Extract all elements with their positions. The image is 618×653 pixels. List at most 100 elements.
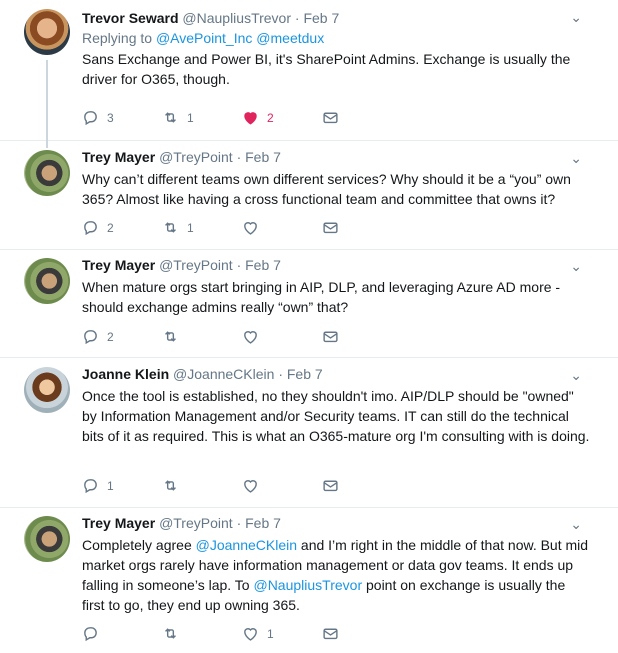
heart-icon bbox=[244, 628, 257, 641]
tweet-text: Completely agree @JoanneCKlein and I’m r… bbox=[82, 535, 590, 615]
timestamp[interactable]: Feb 7 bbox=[245, 515, 281, 531]
avatar[interactable] bbox=[24, 516, 70, 562]
tweet-actions: 2 bbox=[82, 328, 402, 345]
reply-button[interactable]: 3 bbox=[82, 109, 162, 126]
like-button[interactable] bbox=[242, 328, 322, 345]
heart-icon bbox=[244, 222, 257, 235]
reply-button[interactable] bbox=[82, 625, 162, 642]
reply-icon bbox=[84, 111, 97, 126]
retweet-button[interactable] bbox=[162, 625, 242, 642]
author-handle[interactable]: @JoanneCKlein bbox=[173, 366, 274, 382]
timestamp[interactable]: Feb 7 bbox=[303, 10, 339, 26]
retweet-icon bbox=[165, 112, 176, 123]
author-name[interactable]: Trey Mayer bbox=[82, 515, 155, 531]
tweet-text: Sans Exchange and Power BI, it's SharePo… bbox=[82, 51, 571, 87]
envelope-icon bbox=[323, 628, 338, 640]
heart-icon bbox=[244, 112, 257, 125]
timestamp[interactable]: Feb 7 bbox=[245, 149, 281, 165]
author-name[interactable]: Trey Mayer bbox=[82, 149, 155, 165]
tweet-text: Once the tool is established, no they sh… bbox=[82, 388, 590, 444]
reply-button[interactable]: 2 bbox=[82, 219, 162, 236]
separator-dot: · bbox=[236, 515, 242, 531]
tweet-actions: 2 1 bbox=[82, 219, 402, 236]
tweet-header: Trevor Seward @NaupliusTrevor · Feb 7 bbox=[82, 9, 590, 27]
tweet-joanne-klein[interactable]: ⌄ Joanne Klein @JoanneCKlein · Feb 7 Onc… bbox=[0, 358, 618, 508]
direct-message-button[interactable] bbox=[322, 477, 402, 494]
heart-icon bbox=[244, 480, 257, 493]
retweet-button[interactable]: 1 bbox=[162, 109, 242, 126]
retweet-count: 1 bbox=[187, 110, 194, 125]
author-name[interactable]: Trevor Seward bbox=[82, 10, 179, 26]
like-count: 2 bbox=[267, 110, 274, 125]
tweet-text: Why can’t different teams own different … bbox=[82, 171, 571, 207]
retweet-icon bbox=[165, 628, 176, 639]
direct-message-button[interactable] bbox=[322, 219, 402, 236]
retweet-button[interactable]: 1 bbox=[162, 219, 242, 236]
tweet-actions: 1 bbox=[82, 477, 402, 494]
replying-label: Replying to bbox=[82, 30, 153, 46]
retweet-button[interactable] bbox=[162, 328, 242, 345]
retweet-button[interactable] bbox=[162, 477, 242, 494]
author-handle[interactable]: @TreyPoint bbox=[159, 515, 233, 531]
tweet-actions: 3 1 2 bbox=[82, 109, 402, 126]
avatar[interactable] bbox=[24, 9, 70, 55]
avatar[interactable] bbox=[24, 150, 70, 196]
envelope-icon bbox=[323, 112, 338, 124]
author-name[interactable]: Joanne Klein bbox=[82, 366, 169, 382]
mention-link[interactable]: @meetdux bbox=[256, 30, 324, 46]
like-button[interactable]: 1 bbox=[242, 625, 322, 642]
reply-button[interactable]: 1 bbox=[82, 477, 162, 494]
avatar[interactable] bbox=[24, 258, 70, 304]
tweet-header: Trey Mayer @TreyPoint · Feb 7 bbox=[82, 256, 590, 274]
reply-icon bbox=[84, 627, 97, 642]
mention-link[interactable]: @AvePoint_Inc bbox=[156, 30, 252, 46]
timestamp[interactable]: Feb 7 bbox=[245, 257, 281, 273]
mention-link[interactable]: @JoanneCKlein bbox=[196, 537, 297, 553]
separator-dot: · bbox=[294, 10, 300, 26]
thread-connector bbox=[46, 60, 48, 148]
separator-dot: · bbox=[236, 257, 242, 273]
retweet-icon bbox=[165, 222, 176, 233]
tweet-trey-mayer-1[interactable]: ⌄ Trey Mayer @TreyPoint · Feb 7 Why can’… bbox=[0, 141, 618, 250]
replying-to-line: Replying to @AvePoint_Inc @meetdux bbox=[82, 30, 590, 46]
tweet-header: Trey Mayer @TreyPoint · Feb 7 bbox=[82, 148, 590, 166]
timestamp[interactable]: Feb 7 bbox=[287, 366, 323, 382]
like-button[interactable] bbox=[242, 477, 322, 494]
retweet-icon bbox=[165, 480, 176, 491]
envelope-icon bbox=[323, 222, 338, 234]
retweet-count: 1 bbox=[187, 220, 194, 235]
tweet-header: Trey Mayer @TreyPoint · Feb 7 bbox=[82, 514, 590, 532]
like-button[interactable] bbox=[242, 219, 322, 236]
direct-message-button[interactable] bbox=[322, 625, 402, 642]
author-name[interactable]: Trey Mayer bbox=[82, 257, 155, 273]
text-segment: Completely agree bbox=[82, 537, 196, 553]
tweet-thread: ⌄ Trevor Seward @NaupliusTrevor · Feb 7 … bbox=[0, 0, 618, 653]
tweet-text: When mature orgs start bringing in AIP, … bbox=[82, 279, 561, 315]
author-handle[interactable]: @NaupliusTrevor bbox=[182, 10, 291, 26]
retweet-icon bbox=[165, 331, 176, 342]
reply-count: 2 bbox=[107, 329, 114, 344]
reply-icon bbox=[84, 330, 97, 345]
tweet-trevor-seward[interactable]: ⌄ Trevor Seward @NaupliusTrevor · Feb 7 … bbox=[0, 0, 618, 148]
envelope-icon bbox=[323, 480, 338, 492]
reply-button[interactable]: 2 bbox=[82, 328, 162, 345]
like-button[interactable]: 2 bbox=[242, 109, 322, 126]
mention-link[interactable]: @NaupliusTrevor bbox=[253, 577, 362, 593]
tweet-trey-mayer-3[interactable]: ⌄ Trey Mayer @TreyPoint · Feb 7 Complete… bbox=[0, 508, 618, 653]
author-handle[interactable]: @TreyPoint bbox=[159, 257, 233, 273]
like-count: 1 bbox=[267, 626, 274, 641]
reply-icon bbox=[84, 221, 97, 236]
direct-message-button[interactable] bbox=[322, 109, 402, 126]
separator-dot: · bbox=[236, 149, 242, 165]
direct-message-button[interactable] bbox=[322, 328, 402, 345]
author-handle[interactable]: @TreyPoint bbox=[159, 149, 233, 165]
heart-icon bbox=[244, 331, 257, 344]
reply-count: 2 bbox=[107, 220, 114, 235]
envelope-icon bbox=[323, 331, 338, 343]
avatar[interactable] bbox=[24, 367, 70, 413]
separator-dot: · bbox=[278, 366, 283, 382]
tweet-actions: 1 bbox=[82, 625, 402, 642]
reply-count: 1 bbox=[107, 478, 114, 493]
reply-count: 3 bbox=[107, 110, 114, 125]
tweet-trey-mayer-2[interactable]: ⌄ Trey Mayer @TreyPoint · Feb 7 When mat… bbox=[0, 250, 618, 358]
